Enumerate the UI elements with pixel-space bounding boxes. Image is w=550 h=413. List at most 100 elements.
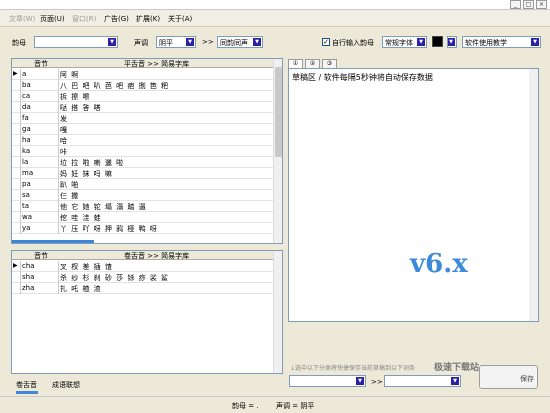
save-hint: ↓选中以下分类将快捷保存当前草稿到以下词条 <box>290 365 416 372</box>
status-yunmu: 韵母 = . <box>232 402 259 410</box>
column-divider <box>58 212 59 223</box>
table-row[interactable]: da 哒 搭 答 嗒 <box>12 102 274 113</box>
table-row[interactable]: ga 嘎 <box>12 124 274 135</box>
lower-scrollbar[interactable] <box>273 251 282 373</box>
category-dropdown[interactable]: ▼ <box>289 375 366 387</box>
column-divider <box>58 91 59 102</box>
close-button[interactable]: × <box>536 0 547 9</box>
characters-cell: 拆 擦 嚓 <box>60 93 91 101</box>
characters-cell: 哈 <box>60 137 68 145</box>
characters-cell: 他 它 她 铊 塌 溻 踏 遢 <box>60 203 147 211</box>
column-divider <box>20 69 21 80</box>
syllable-cell: wa <box>22 213 33 221</box>
menu-ads[interactable]: 广告(G) <box>104 14 129 24</box>
tab-retroflex[interactable]: 卷舌音 <box>16 380 37 390</box>
lower-grid-header: 音节 卷舌音 >> 简易字库 <box>12 251 274 260</box>
syllable-cell: ma <box>22 169 34 177</box>
draft-content[interactable]: 草稿区 / 软件每隔5秒钟将自动保存数据 <box>292 72 433 83</box>
tab-draft-1[interactable]: ① <box>288 59 303 68</box>
upper-scroll-thumb[interactable] <box>275 67 282 157</box>
table-row[interactable]: ba 八 巴 吧 叭 芭 吧 疤 捌 笆 粑 <box>12 80 274 91</box>
column-divider <box>58 135 59 146</box>
syllable-cell: ha <box>22 136 31 144</box>
minimize-button[interactable]: _ <box>510 0 521 9</box>
tab-idiom[interactable]: 成语联想 <box>52 380 80 390</box>
draft-editor[interactable]: 草稿区 / 软件每隔5秒钟将自动保存数据 v6.x <box>288 68 539 322</box>
menu-about[interactable]: 关于(A) <box>168 14 192 24</box>
syllable-cell: da <box>22 103 31 111</box>
entry-dropdown[interactable]: ▼ <box>384 375 461 387</box>
syllable-cell: sa <box>22 191 30 199</box>
column-divider <box>58 69 59 80</box>
column-divider <box>20 223 21 234</box>
lower-grid: 音节 卷舌音 >> 简易字库 ▶ cha 叉 杈 差 插 馇 sha 杀 纱 杉 刹 砂… <box>11 250 283 374</box>
table-row[interactable]: ▶ a 阿 啊 <box>12 69 274 80</box>
shengdiao-label: 声调 <box>134 39 148 47</box>
column-divider <box>58 179 59 190</box>
upper-scrollbar[interactable] <box>273 59 282 243</box>
table-row[interactable]: pa 趴 啪 <box>12 179 274 190</box>
column-divider <box>58 146 59 157</box>
upper-grid: 音节 平舌音 >> 简易字库 ▶ a 阿 啊 ba 八 巴 吧 叭 芭 吧 疤 捌 笆 … <box>11 58 283 244</box>
menu-extend[interactable]: 扩展(K) <box>136 14 160 24</box>
chevron-down-icon: ▼ <box>451 377 459 385</box>
status-bar: 韵母 = . 声调 = 阴平 <box>0 396 550 413</box>
maximize-button[interactable]: □ <box>523 0 534 9</box>
column-divider <box>20 283 21 294</box>
tutorial-dropdown[interactable]: 软件使用教学 ▼ <box>462 36 541 48</box>
table-row[interactable]: wa 挖 哇 洼 蛙 <box>12 212 274 223</box>
table-row[interactable]: ka 咔 <box>12 146 274 157</box>
row-pointer-icon: ▶ <box>13 262 18 269</box>
characters-cell: 仨 撒 <box>60 192 80 200</box>
chevron-down-icon: ▼ <box>448 38 455 46</box>
column-divider <box>58 113 59 124</box>
status-shengdiao: 声调 = 阴平 <box>276 402 315 410</box>
menu-article[interactable]: 文章(W) <box>9 14 35 24</box>
table-row[interactable]: ma 妈 妊 抹 吗 嘛 <box>12 168 274 179</box>
characters-cell: 咔 <box>60 148 68 156</box>
syllable-cell: sha <box>22 273 35 281</box>
chevron-down-icon: ▼ <box>253 38 261 46</box>
menu-page[interactable]: 页面(U) <box>40 14 65 24</box>
table-row[interactable]: ta 他 它 她 铊 塌 溻 踏 遢 <box>12 201 274 212</box>
characters-cell: 发 <box>60 115 68 123</box>
yunmu-dropdown[interactable]: ▼ <box>34 36 118 48</box>
column-divider <box>20 190 21 201</box>
save-button[interactable]: 保存 <box>479 365 538 389</box>
table-row[interactable]: ca 拆 擦 嚓 <box>12 91 274 102</box>
syllable-cell: fa <box>22 114 29 122</box>
font-dropdown[interactable]: 常规字体 ▼ <box>382 36 427 48</box>
arrows-label: >> <box>202 38 214 46</box>
column-divider <box>20 91 21 102</box>
characters-cell: 扎 吒 楂 渣 <box>60 285 102 293</box>
menu-window[interactable]: 窗口(R) <box>72 14 96 24</box>
window-controls: _ □ × <box>510 0 547 10</box>
chevron-down-icon: ▼ <box>417 38 425 46</box>
upper-hscroll-thumb[interactable] <box>12 240 94 243</box>
table-row[interactable]: sha 杀 纱 杉 刹 砂 莎 铩 痧 裟 鲨 <box>12 272 274 283</box>
table-row[interactable]: ha 哈 <box>12 135 274 146</box>
characters-cell: 丫 压 吖 呀 押 鸦 桠 鸭 呀 <box>60 225 158 233</box>
auto-input-checkbox[interactable]: ✓ <box>322 38 330 46</box>
chevron-down-icon: ▼ <box>531 38 539 46</box>
table-row[interactable]: zha 扎 吒 楂 渣 <box>12 283 274 294</box>
tab-draft-3[interactable]: ③ <box>322 59 337 68</box>
characters-cell: 哒 搭 答 嗒 <box>60 104 102 112</box>
column-divider <box>58 80 59 91</box>
table-row[interactable]: ▶ cha 叉 杈 差 插 馇 <box>12 261 274 272</box>
shengdiao-dropdown[interactable]: 阴平 ▼ <box>156 36 196 48</box>
color-dropdown[interactable]: ▼ <box>447 36 457 48</box>
table-row[interactable]: fa 发 <box>12 113 274 124</box>
col-retroflex: 卷舌音 >> 简易字库 <box>124 252 190 260</box>
col-syllable: 音节 <box>34 252 48 260</box>
syllable-cell: a <box>22 70 27 78</box>
table-row[interactable]: ya 丫 压 吖 呀 押 鸦 桠 鸭 呀 <box>12 223 274 234</box>
chevron-down-icon: ▼ <box>108 38 116 46</box>
table-row[interactable]: la 垃 拉 啦 喇 邋 啦 <box>12 157 274 168</box>
tab-draft-2[interactable]: ② <box>305 59 320 68</box>
row-pointer-icon: ▶ <box>13 70 18 77</box>
color-picker[interactable] <box>432 36 443 47</box>
editor-scrollbar[interactable] <box>529 69 538 321</box>
table-row[interactable]: sa 仨 撒 <box>12 190 274 201</box>
tongyun-dropdown[interactable]: 同韵同声 ▼ <box>217 36 263 48</box>
